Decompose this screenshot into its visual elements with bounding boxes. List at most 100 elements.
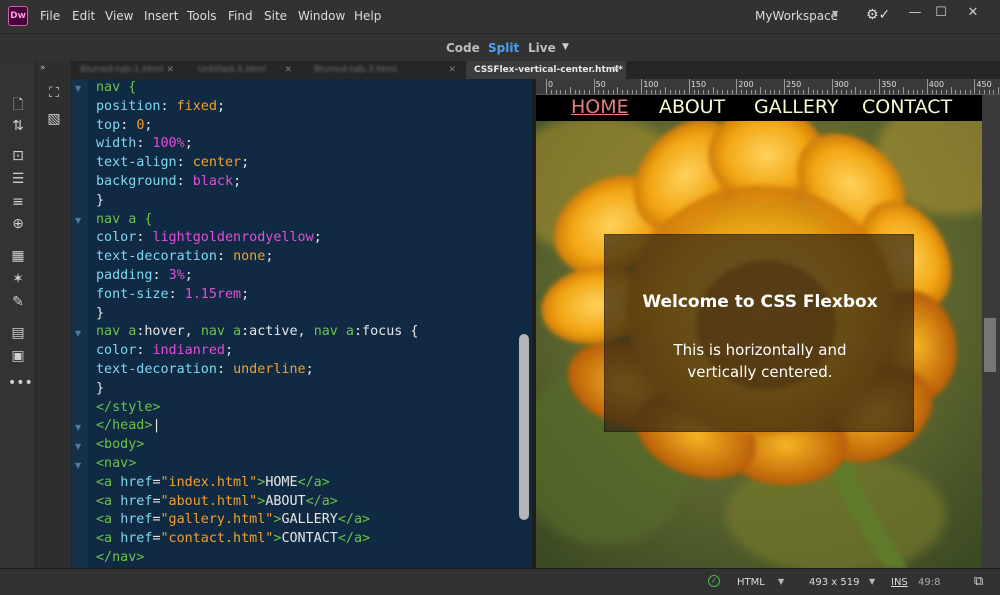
nav-link-home[interactable]: HOME (571, 96, 629, 118)
code-token: : (168, 286, 185, 302)
code-line[interactable]: nav { (96, 79, 516, 98)
code-line[interactable]: font-size: 1.15rem; (96, 286, 516, 305)
code-line[interactable]: <body> (96, 436, 516, 455)
code-scrollbar[interactable] (519, 334, 529, 520)
menu-help[interactable]: Help (354, 9, 381, 23)
menu-find[interactable]: Find (228, 9, 253, 23)
document-tab[interactable]: Untitled-3.html ✕ (190, 61, 298, 79)
code-line[interactable]: } (96, 192, 516, 211)
live-preview[interactable]: HOME ABOUT GALLERY CONTACT Welcome to CS… (536, 95, 982, 568)
minimize-icon[interactable]: — (902, 3, 928, 23)
code-line[interactable]: nav a:hover, nav a:active, nav a:focus { (96, 323, 516, 342)
chevron-down-icon[interactable]: ▼ (778, 577, 784, 586)
menu-tools[interactable]: Tools (187, 9, 217, 23)
code-line[interactable]: <a href="gallery.html">GALLERY</a> (96, 511, 516, 530)
code-line[interactable]: width: 100%; (96, 135, 516, 154)
code-lines[interactable]: nav {position: fixed; top: 0; width: 100%;… (96, 79, 516, 568)
fold-arrow-icon[interactable]: ▼ (75, 84, 85, 94)
insert-mode[interactable]: INS (891, 577, 908, 588)
menu-view[interactable]: View (105, 9, 133, 23)
window-size[interactable]: 493 x 519 (809, 577, 859, 588)
ruler-label: 100 (643, 80, 659, 89)
chevron-down-icon[interactable]: ▼ (869, 577, 875, 586)
close-tab-icon[interactable]: ✕ (284, 61, 292, 79)
code-file-icon[interactable]: ▧ (44, 111, 64, 127)
nav-link-gallery[interactable]: GALLERY (754, 96, 839, 118)
ruler-tick (588, 90, 590, 94)
preview-device-icon[interactable]: ⧉ (974, 574, 983, 589)
fold-arrow-icon[interactable]: ▼ (75, 461, 85, 471)
code-line[interactable]: <a href="contact.html">CONTACT</a> (96, 530, 516, 549)
image-export-icon[interactable]: ▣ (8, 348, 28, 364)
menu-window[interactable]: Window (298, 9, 345, 23)
code-line[interactable]: </head>| (96, 417, 516, 436)
code-line[interactable]: nav a { (96, 211, 516, 230)
code-tag-icon[interactable]: ⊡ (8, 148, 28, 164)
close-tab-icon[interactable]: ✕ (612, 61, 620, 79)
close-icon[interactable]: ✕ (960, 3, 986, 23)
dom-tree-icon[interactable]: ⛶ (44, 85, 64, 101)
gear-sync-icon[interactable]: ⚙✓ (866, 7, 890, 23)
target-icon[interactable]: ⊕ (8, 216, 28, 232)
code-line[interactable]: } (96, 380, 516, 399)
sort-icon[interactable]: ⇅ (8, 118, 28, 134)
code-line[interactable]: color: lightgoldenrodyellow; (96, 229, 516, 248)
indent-icon[interactable]: ≡ (8, 194, 28, 210)
fold-arrow-icon[interactable]: ▼ (75, 442, 85, 452)
code-line[interactable]: color: indianred; (96, 342, 516, 361)
brush-icon[interactable]: ✎ (8, 294, 28, 310)
code-line[interactable]: text-decoration: underline; (96, 361, 516, 380)
close-tab-icon[interactable]: ✕ (448, 61, 456, 79)
code-editor[interactable]: ▼ ▼ ▼ ▼ ▼ ▼ nav {position: fixed; top: 0;… (72, 79, 532, 568)
document-tab[interactable]: Blurred-tab-3.html ✕ (306, 61, 462, 79)
menu-site[interactable]: Site (264, 9, 287, 23)
file-icon[interactable]: 🗋 (8, 94, 28, 118)
inspect-icon[interactable]: ☰ (8, 171, 28, 187)
document-tab-active[interactable]: CSSFlex-vertical-center.html* ✕ (466, 61, 626, 79)
code-line[interactable]: </nav> (96, 549, 516, 568)
code-line[interactable]: background: black; (96, 173, 516, 192)
calendar-icon[interactable]: ▦ (8, 248, 28, 264)
live-options-chevron-icon[interactable]: ▼ (562, 42, 569, 52)
code-token: :hover, (136, 324, 201, 340)
preview-scrollbar-thumb[interactable] (984, 318, 996, 372)
nav-link-about[interactable]: ABOUT (659, 96, 725, 118)
code-view-button[interactable]: Code (446, 41, 480, 55)
ruler-tick (636, 90, 638, 94)
document-type[interactable]: HTML (737, 577, 765, 588)
workspace-switcher[interactable]: MyWorkspace (755, 9, 838, 23)
menu-file[interactable]: File (40, 9, 60, 23)
live-view-button[interactable]: Live (528, 41, 556, 55)
code-line[interactable]: padding: 3%; (96, 267, 516, 286)
fold-arrow-icon[interactable]: ▼ (75, 329, 85, 339)
wand-icon[interactable]: ✶ (8, 271, 28, 287)
code-line[interactable]: text-decoration: none; (96, 248, 516, 267)
nav-link-contact[interactable]: CONTACT (862, 96, 952, 118)
code-line[interactable]: position: fixed; (96, 98, 516, 117)
collapse-panel-icon[interactable]: » (40, 63, 46, 73)
check-circle-icon[interactable]: ✓ (708, 575, 720, 587)
chevron-down-icon[interactable]: ▼ (832, 9, 838, 18)
maximize-icon[interactable]: ☐ (928, 3, 954, 23)
ruler-tick (974, 79, 976, 94)
menu-edit[interactable]: Edit (72, 9, 95, 23)
code-line[interactable]: <nav> (96, 455, 516, 474)
menu-insert[interactable]: Insert (144, 9, 178, 23)
ruler-label: 250 (786, 80, 802, 89)
document-tab[interactable]: Blurred-tab-1.html ✕ (72, 61, 180, 79)
ruler-tick (807, 87, 809, 94)
code-line[interactable]: </style> (96, 399, 516, 418)
code-line[interactable]: } (96, 305, 516, 324)
code-line[interactable]: <a href="index.html">HOME</a> (96, 474, 516, 493)
close-tab-icon[interactable]: ✕ (166, 61, 174, 79)
more-icon[interactable]: ••• (8, 375, 33, 391)
code-token: </head> (96, 418, 153, 434)
code-line[interactable]: text-align: center; (96, 154, 516, 173)
fold-arrow-icon[interactable]: ▼ (75, 216, 85, 226)
fold-arrow-icon[interactable]: ▼ (75, 423, 85, 433)
split-view-button[interactable]: Split (488, 41, 519, 55)
code-token: : (176, 155, 193, 171)
code-line[interactable]: top: 0; (96, 117, 516, 136)
code-line[interactable]: <a href="about.html">ABOUT</a> (96, 493, 516, 512)
comment-icon[interactable]: ▤ (8, 325, 28, 341)
